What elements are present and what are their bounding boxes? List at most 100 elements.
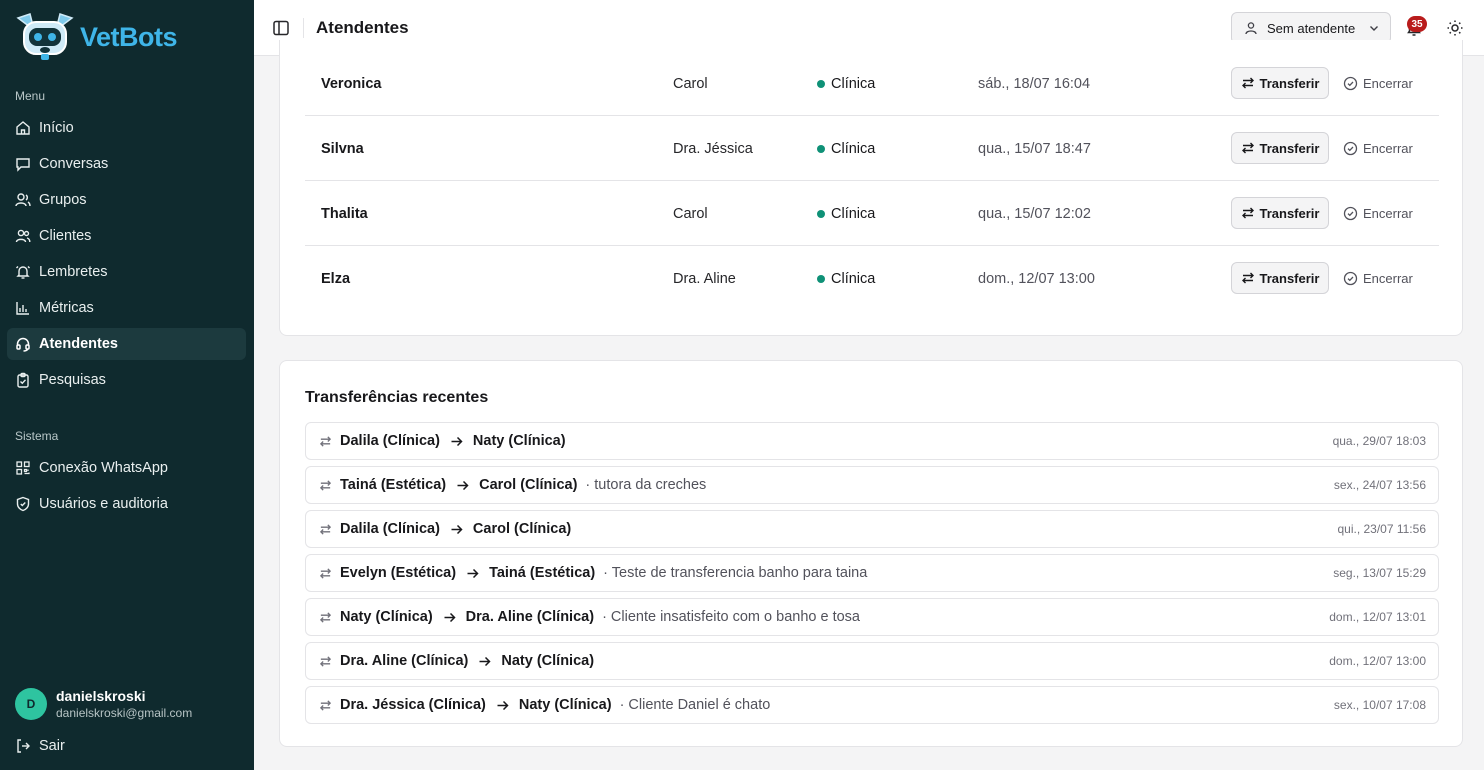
arrow-right-icon — [451, 436, 463, 446]
attendances-card: Veronica Carol Clínica sáb., 18/07 16:04… — [279, 40, 1463, 336]
arrow-right-icon — [467, 568, 479, 578]
sidebar-item-label: Conversas — [39, 156, 109, 172]
sidebar-item-label: Lembretes — [39, 264, 108, 280]
transfer-icon — [1241, 207, 1254, 219]
sector-label: Clínica — [831, 75, 876, 92]
end-button[interactable]: Encerrar — [1343, 197, 1413, 229]
status-dot — [817, 144, 825, 153]
sidebar-item-atendentes[interactable]: Atendentes — [7, 328, 246, 360]
list-item: Dra. Aline (Clínica) Naty (Clínica) dom.… — [305, 642, 1439, 680]
clipboard-icon — [15, 372, 31, 388]
end-label: Encerrar — [1363, 270, 1413, 286]
home-icon — [15, 120, 31, 136]
arrow-right-icon — [497, 700, 509, 710]
sector-label: Clínica — [831, 270, 876, 287]
transfer-from: Dalila (Clínica) — [340, 521, 440, 537]
menu-section-label: Menu — [15, 89, 46, 103]
transfer-icon — [319, 611, 332, 623]
transfer-from: Dra. Aline (Clínica) — [340, 653, 469, 669]
user-name: danielskroski — [56, 688, 146, 704]
sidebar-item-conversas[interactable]: Conversas — [7, 148, 246, 180]
transfer-from: Evelyn (Estética) — [340, 565, 457, 581]
attendant-filter-value: Sem atendente — [1267, 20, 1356, 36]
transfer-icon — [319, 523, 332, 535]
user-profile[interactable]: D danielskroski danielskroski@gmail.com — [15, 688, 192, 720]
transfer-label: Transferir — [1259, 140, 1320, 156]
sidebar-item-label: Métricas — [39, 300, 94, 316]
transfer-date: sex., 10/07 17:08 — [1333, 698, 1426, 712]
system-nav: Conexão WhatsApp Usuários e auditoria — [7, 452, 246, 524]
logo[interactable]: VetBots — [12, 10, 178, 64]
check-circle-icon — [1343, 271, 1358, 285]
sidebar-item-lembretes[interactable]: Lembretes — [7, 256, 246, 288]
attendant-name: Dra. Jéssica — [673, 140, 753, 157]
sidebar-item-metricas[interactable]: Métricas — [7, 292, 246, 324]
theme-toggle-icon[interactable] — [1446, 19, 1464, 37]
transfer-date: seg., 13/07 15:29 — [1333, 566, 1426, 580]
logout-button[interactable]: Sair — [15, 738, 65, 754]
client-name: Silvna — [321, 140, 364, 157]
sidebar-toggle-icon[interactable] — [272, 19, 290, 37]
chat-icon — [15, 156, 31, 172]
sidebar-item-label: Conexão WhatsApp — [39, 460, 168, 476]
chart-icon — [15, 300, 31, 316]
sidebar-item-inicio[interactable]: Início — [7, 112, 246, 144]
transfer-button[interactable]: Transferir — [1231, 67, 1329, 99]
headset-icon — [15, 336, 31, 352]
transfer-button[interactable]: Transferir — [1231, 197, 1329, 229]
transfer-icon — [1241, 77, 1254, 89]
system-section-label: Sistema — [15, 429, 59, 443]
users-icon — [15, 228, 31, 244]
bell-icon — [15, 264, 31, 280]
list-item: Dra. Jéssica (Clínica) Naty (Clínica) · … — [305, 686, 1439, 724]
table-row: Thalita Carol Clínica qua., 15/07 12:02 … — [305, 181, 1439, 246]
transfer-from: Tainá (Estética) — [340, 477, 447, 493]
sidebar-item-conexao-whatsapp[interactable]: Conexão WhatsApp — [7, 452, 246, 484]
arrow-right-icon — [457, 480, 469, 490]
sidebar-item-label: Início — [39, 120, 74, 136]
transfer-icon — [319, 655, 332, 667]
user-icon — [1245, 22, 1257, 35]
sidebar-item-clientes[interactable]: Clientes — [7, 220, 246, 252]
logout-icon — [17, 739, 30, 753]
check-circle-icon — [1343, 141, 1358, 155]
sector: Clínica — [817, 181, 875, 246]
table-row: Veronica Carol Clínica sáb., 18/07 16:04… — [305, 51, 1439, 116]
transfer-icon — [1241, 142, 1254, 154]
client-name: Veronica — [321, 75, 382, 92]
check-circle-icon — [1343, 76, 1358, 90]
notification-badge: 35 — [1407, 16, 1427, 32]
sidebar-item-usuarios-auditoria[interactable]: Usuários e auditoria — [7, 488, 246, 520]
transfer-note: · tutora da creches — [585, 477, 707, 493]
list-item: Naty (Clínica) Dra. Aline (Clínica) · Cl… — [305, 598, 1439, 636]
end-label: Encerrar — [1363, 75, 1413, 91]
date: qua., 15/07 18:47 — [978, 140, 1091, 157]
transfer-from: Dra. Jéssica (Clínica) — [340, 697, 486, 713]
section-title: Transferências recentes — [305, 389, 489, 406]
transfer-button[interactable]: Transferir — [1231, 132, 1329, 164]
main-nav: Início Conversas Grupos Clientes Lembret… — [7, 112, 246, 400]
transfer-to: Naty (Clínica) — [472, 433, 566, 449]
date: dom., 12/07 13:00 — [978, 270, 1095, 287]
end-button[interactable]: Encerrar — [1343, 67, 1413, 99]
end-label: Encerrar — [1363, 205, 1413, 221]
end-button[interactable]: Encerrar — [1343, 262, 1413, 294]
sidebar-item-label: Clientes — [39, 228, 92, 244]
shield-icon — [15, 496, 31, 512]
transfer-icon — [319, 567, 332, 579]
sidebar-item-pesquisas[interactable]: Pesquisas — [7, 364, 246, 396]
attendant-name: Dra. Aline — [673, 270, 736, 287]
status-dot — [817, 209, 825, 218]
sidebar-item-grupos[interactable]: Grupos — [7, 184, 246, 216]
end-label: Encerrar — [1363, 140, 1413, 156]
logout-label: Sair — [39, 738, 65, 754]
transfer-button[interactable]: Transferir — [1231, 262, 1329, 294]
sector-label: Clínica — [831, 205, 876, 222]
end-button[interactable]: Encerrar — [1343, 132, 1413, 164]
page-title: Atendentes — [316, 18, 409, 37]
transfer-from: Naty (Clínica) — [340, 609, 433, 625]
logo-text: VetBots — [80, 21, 178, 52]
list-item: Tainá (Estética) Carol (Clínica) · tutor… — [305, 466, 1439, 504]
header-divider — [303, 18, 304, 38]
list-item: Evelyn (Estética) Tainá (Estética) · Tes… — [305, 554, 1439, 592]
